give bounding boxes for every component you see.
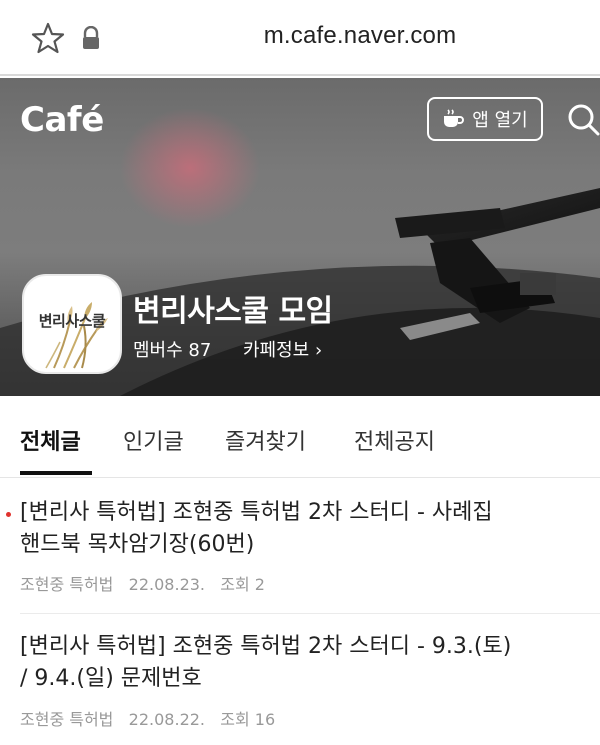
tab-all-notices[interactable]: 전체공지 xyxy=(354,424,435,456)
cup-icon xyxy=(444,109,465,127)
post-title-line[interactable]: 핸드북 목차암기장(60번) xyxy=(20,529,580,561)
open-app-button[interactable]: 앱 열기 xyxy=(427,97,543,141)
post-date: 22.08.23. xyxy=(128,575,206,594)
active-tab-indicator xyxy=(20,471,92,475)
url-text[interactable]: m.cafe.naver.com xyxy=(0,22,600,50)
naver-cafe-logo[interactable]: Café xyxy=(20,100,104,140)
open-app-label: 앱 열기 xyxy=(472,110,528,131)
post-date: 22.08.22. xyxy=(128,710,206,729)
post-views: 조회 2 xyxy=(220,575,265,594)
board-tabs: 전체글 인기글 즐겨찾기 전체공지 xyxy=(0,396,600,478)
cafe-hero-banner: Café 앱 열기 변리사스쿨 변리사스쿨 모임 멤버수 87 카페정보 › xyxy=(0,78,600,396)
post-meta: 조현중 특허법 22.08.22. 조회 16 xyxy=(20,706,275,730)
tab-popular-posts[interactable]: 인기글 xyxy=(123,424,184,456)
search-icon[interactable] xyxy=(566,102,600,136)
post-author: 조현중 특허법 xyxy=(20,575,114,594)
post-title-line[interactable]: [변리사 특허법] 조현중 특허법 2차 스터디 - 9.3.(토) xyxy=(20,631,580,663)
post-meta: 조현중 특허법 22.08.23. 조회 2 xyxy=(20,571,265,595)
post-author: 조현중 특허법 xyxy=(20,710,114,729)
tab-favorites[interactable]: 즐겨찾기 xyxy=(225,424,306,456)
list-item[interactable]: [변리사 특허법] 조현중 특허법 2차 스터디 - 사례집 핸드북 목차암기장… xyxy=(0,478,600,613)
cafe-profile-image[interactable]: 변리사스쿨 xyxy=(22,274,122,374)
logo-text: 변리사스쿨 xyxy=(38,312,106,330)
cafe-name[interactable]: 변리사스쿨 모임 xyxy=(133,286,333,330)
list-item[interactable]: [변리사 특허법] 조현중 특허법 2차 스터디 - 9.3.(토) / 9.4… xyxy=(0,614,600,745)
post-title-line[interactable]: / 9.4.(일) 문제번호 xyxy=(20,663,580,695)
new-post-dot xyxy=(6,512,11,517)
cafe-info-link[interactable]: 카페정보 › xyxy=(243,336,322,362)
post-title-line[interactable]: [변리사 특허법] 조현중 특허법 2차 스터디 - 사례집 xyxy=(20,497,580,529)
post-views: 조회 16 xyxy=(220,710,276,729)
member-count: 멤버수 87 xyxy=(133,340,212,361)
tab-all-posts[interactable]: 전체글 xyxy=(20,424,81,456)
browser-address-bar: m.cafe.naver.com xyxy=(0,0,600,76)
